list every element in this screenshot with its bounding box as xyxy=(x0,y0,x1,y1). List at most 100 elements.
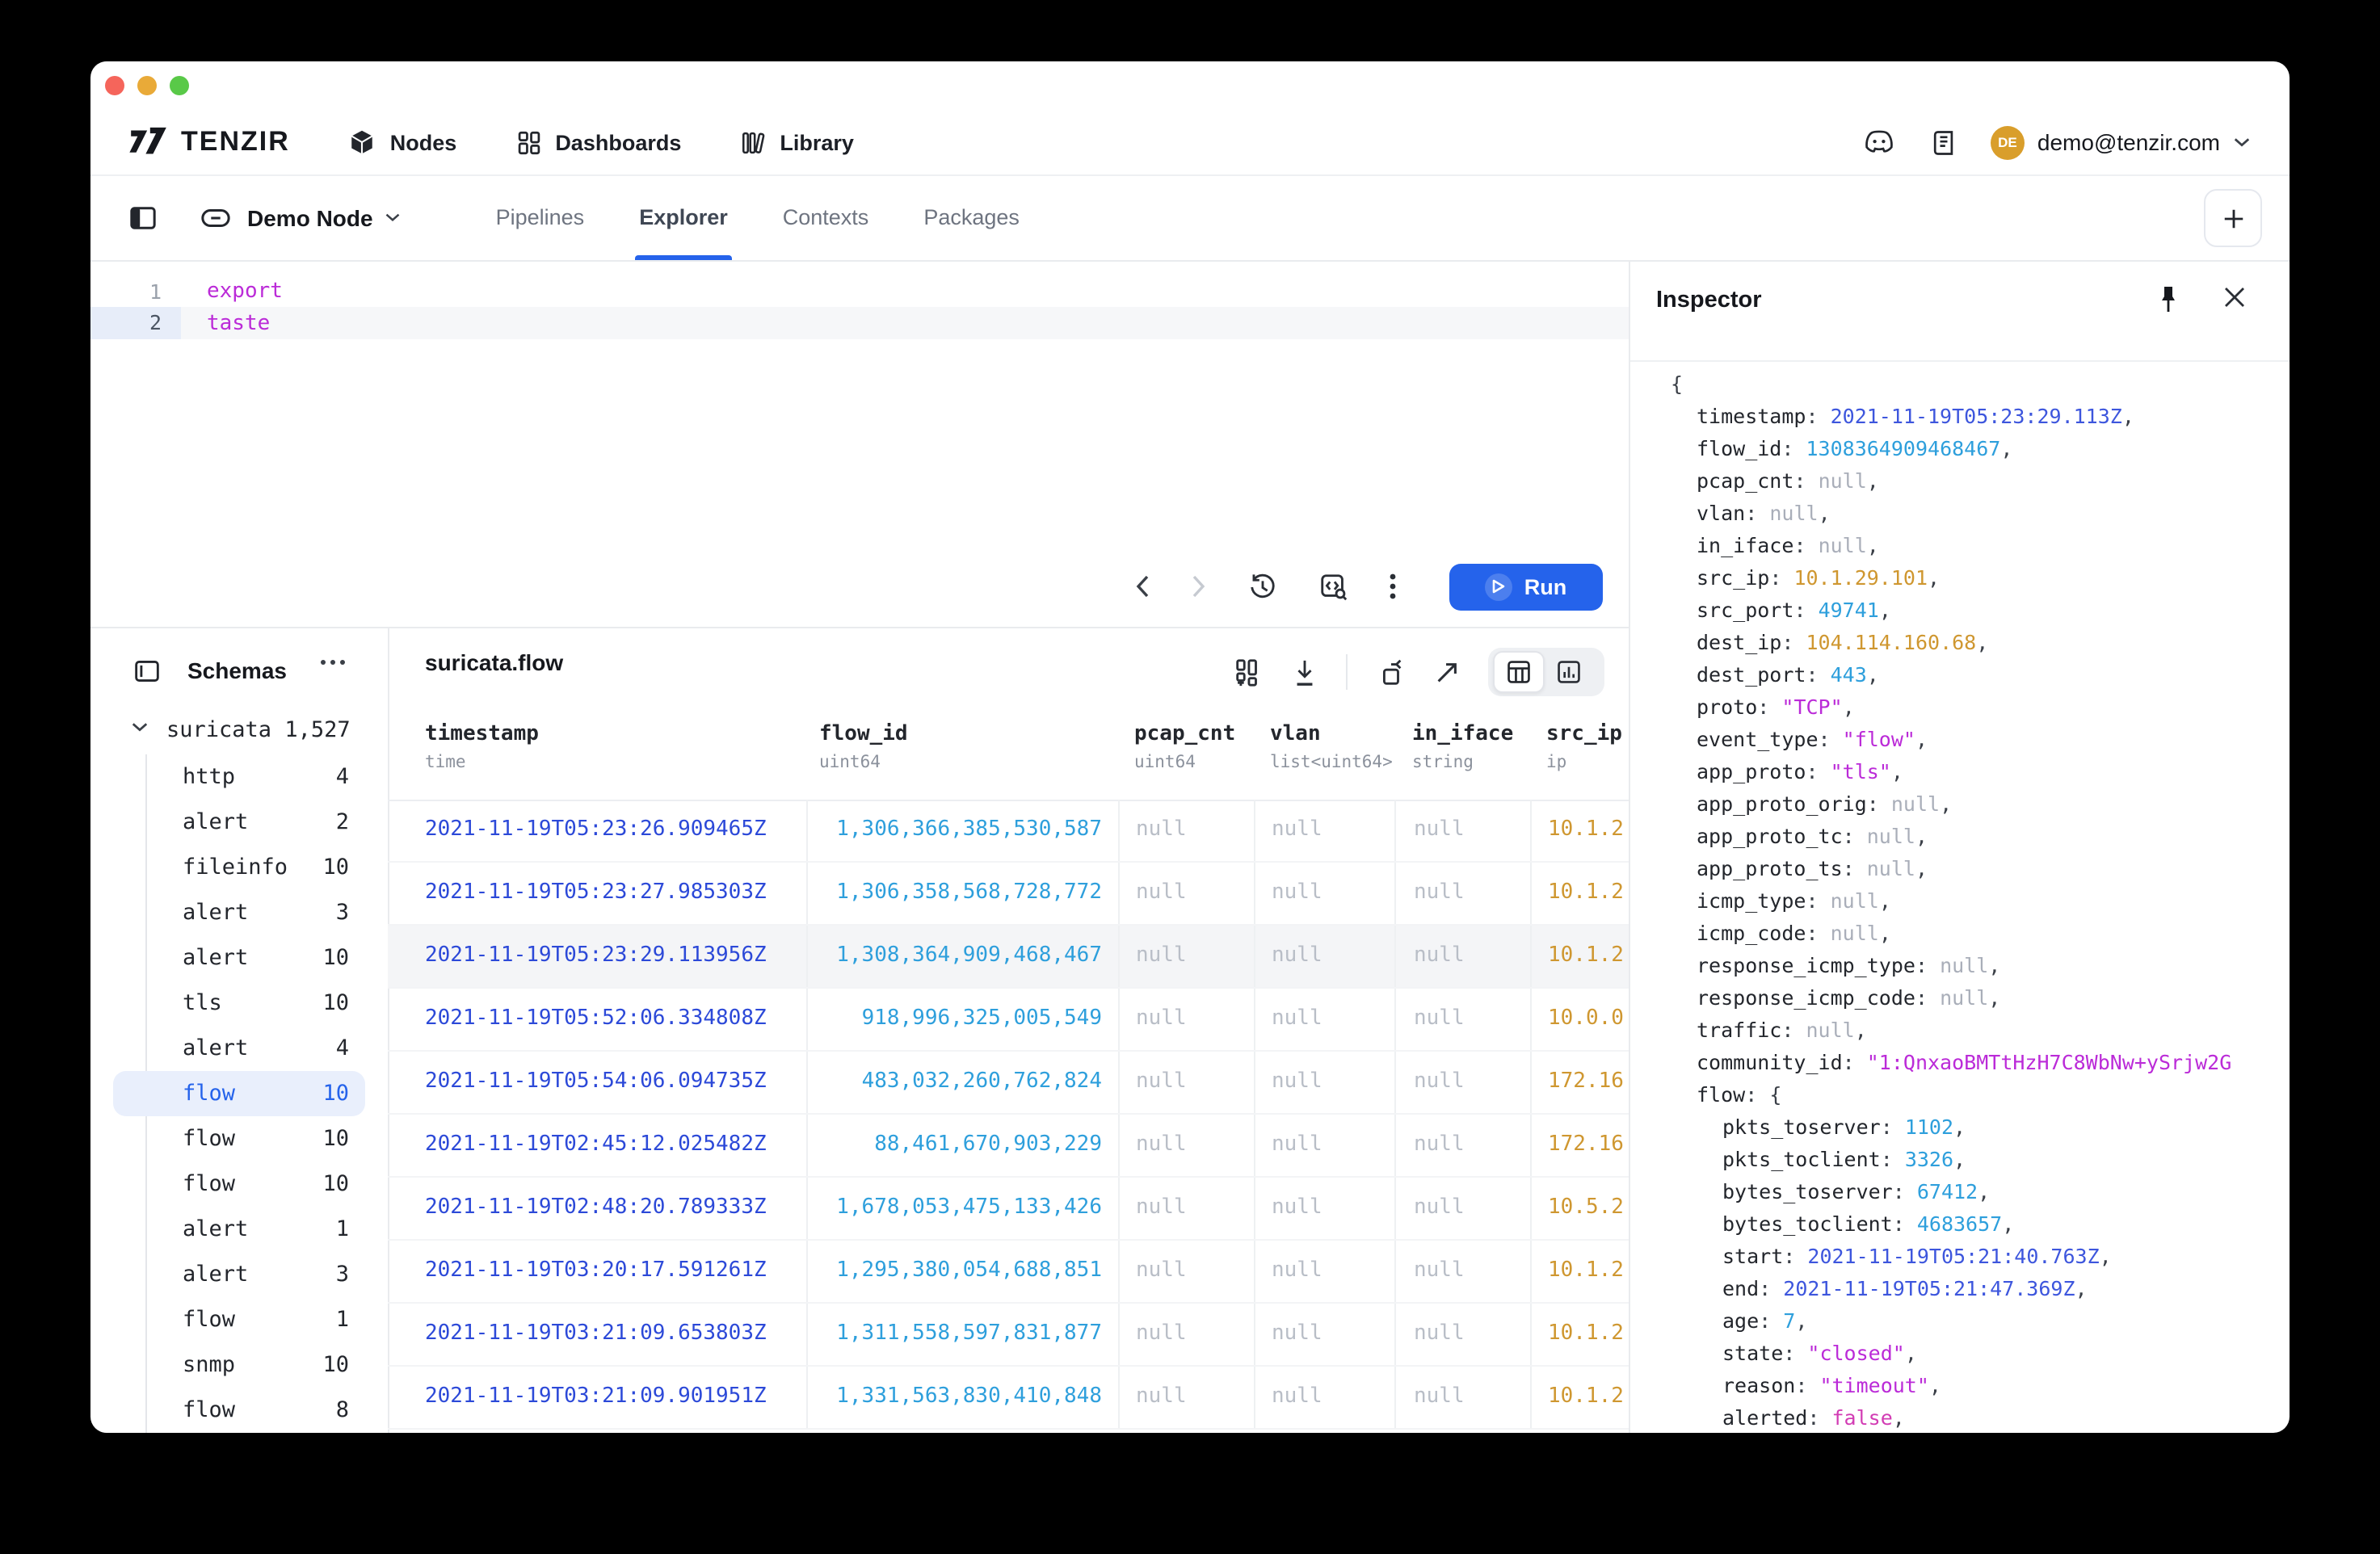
json-key: vlan xyxy=(1697,501,1745,525)
history-forward-icon[interactable] xyxy=(1191,573,1207,599)
table-row[interactable]: 2021-11-19T05:52:06.334808Z918,996,325,0… xyxy=(388,989,1629,1052)
code-search-icon[interactable] xyxy=(1318,571,1349,602)
table-cell: 10.1.2 xyxy=(1530,1241,1629,1302)
schema-item[interactable]: flow 10 xyxy=(113,1071,365,1116)
table-row[interactable]: 2021-11-19T05:23:27.985303Z1,306,358,568… xyxy=(388,863,1629,926)
tab-packages[interactable]: Packages xyxy=(896,174,1047,260)
tree-chevron-down-icon xyxy=(131,720,149,733)
panel-left-icon[interactable] xyxy=(134,659,160,683)
add-to-dashboard-icon[interactable] xyxy=(1233,657,1264,687)
json-punct: : xyxy=(1769,565,1793,590)
play-icon xyxy=(1486,573,1513,600)
close-window-button[interactable] xyxy=(105,76,124,95)
column-header[interactable]: pcap_cntuint64 xyxy=(1118,720,1254,800)
schema-item[interactable]: flow 1 xyxy=(113,1297,365,1342)
chart-view-button[interactable] xyxy=(1545,653,1593,691)
table-row[interactable]: 2021-11-19T05:54:06.094735Z483,032,260,7… xyxy=(388,1052,1629,1115)
download-icon[interactable] xyxy=(1291,657,1318,687)
schema-item[interactable]: http 4 xyxy=(113,754,365,800)
column-header[interactable]: in_ifacestring xyxy=(1394,720,1530,800)
json-line: pkts_toclient: 3326, xyxy=(1671,1144,2290,1176)
json-punct: , xyxy=(1940,792,1952,816)
json-value: 10.1.29.101 xyxy=(1793,565,1928,590)
column-header[interactable]: src_ipip xyxy=(1530,720,1629,800)
collapse-sidebar-icon[interactable] xyxy=(129,204,157,230)
nav-item-dashboards[interactable]: Dashboards xyxy=(515,128,681,156)
schema-item-count: 3 xyxy=(336,1262,349,1287)
column-header[interactable]: vlanlist<uint64> xyxy=(1254,720,1394,800)
copy-pipeline-icon[interactable] xyxy=(1375,657,1406,687)
schema-item[interactable]: fileinfo 10 xyxy=(113,845,365,890)
table-row[interactable]: 2021-11-19T02:45:12.025482Z88,461,670,90… xyxy=(388,1115,1629,1178)
zoom-window-button[interactable] xyxy=(170,76,189,95)
schema-item-count: 3 xyxy=(336,900,349,926)
schema-item[interactable]: flow 10 xyxy=(113,1161,365,1207)
nav-item-library[interactable]: Library xyxy=(739,128,854,156)
table-view-button[interactable] xyxy=(1493,651,1545,693)
nav-item-nodes[interactable]: Nodes xyxy=(348,128,457,157)
minimize-window-button[interactable] xyxy=(137,76,157,95)
schema-item[interactable]: alert 4 xyxy=(113,1026,365,1071)
json-punct: , xyxy=(1915,824,1928,848)
tab-contexts[interactable]: Contexts xyxy=(755,174,897,260)
table-row[interactable]: 2021-11-19T03:21:09.653803Z1,311,558,597… xyxy=(388,1304,1629,1367)
schema-item[interactable]: flow 8 xyxy=(113,1388,365,1433)
expand-icon[interactable] xyxy=(1433,658,1461,686)
json-punct: : xyxy=(1783,1341,1807,1365)
pin-icon[interactable] xyxy=(2157,284,2180,317)
schema-item-name: flow xyxy=(183,1126,322,1152)
json-value: null xyxy=(1867,824,1915,848)
tenzir-logo[interactable]: TENZIR xyxy=(129,126,290,158)
table-row[interactable]: 2021-11-19T03:20:17.591261Z1,295,380,054… xyxy=(388,1241,1629,1304)
tab-pipelines[interactable]: Pipelines xyxy=(469,174,612,260)
json-key: alerted xyxy=(1722,1405,1807,1430)
tab-explorer[interactable]: Explorer xyxy=(612,174,755,260)
schema-item-name: flow xyxy=(183,1397,336,1423)
user-menu[interactable]: DE demo@tenzir.com xyxy=(1991,125,2251,159)
table-cell: 1,678,053,475,133,426 xyxy=(806,1178,1118,1239)
column-header[interactable]: timestamptime xyxy=(388,720,806,800)
table-cell: null xyxy=(1118,1241,1254,1302)
json-line: flow: { xyxy=(1671,1079,2290,1111)
schema-item[interactable]: tls 10 xyxy=(113,981,365,1026)
pipeline-editor[interactable]: 1 export 2 taste xyxy=(90,262,1629,627)
json-punct: : xyxy=(1793,598,1818,622)
schema-item[interactable]: alert 3 xyxy=(113,890,365,935)
json-punct: : xyxy=(1781,630,1806,654)
table-row[interactable]: 2021-11-19T02:48:20.789333Z1,678,053,475… xyxy=(388,1178,1629,1241)
column-header[interactable]: flow_iduint64 xyxy=(806,720,1118,800)
table-cell: null xyxy=(1254,1115,1394,1176)
run-button[interactable]: Run xyxy=(1449,563,1603,610)
schemas-menu-ellipsis-icon[interactable] xyxy=(320,659,346,666)
schema-item[interactable]: flow 10 xyxy=(113,1116,365,1161)
table-row[interactable]: 2021-11-19T05:23:29.113956Z1,308,364,909… xyxy=(388,926,1629,989)
add-tab-button[interactable] xyxy=(2204,189,2262,247)
table-cell: 2021-11-19T05:23:29.113956Z xyxy=(388,926,806,987)
node-name[interactable]: Demo Node xyxy=(247,204,373,230)
docs-icon[interactable] xyxy=(1929,127,1958,158)
more-options-kebab-icon[interactable] xyxy=(1390,573,1396,599)
schema-item[interactable]: alert 10 xyxy=(113,935,365,981)
json-punct: , xyxy=(2000,436,2012,460)
discord-icon[interactable] xyxy=(1861,128,1897,157)
link-icon[interactable] xyxy=(200,206,231,229)
schema-item[interactable]: alert 1 xyxy=(113,1207,365,1252)
schema-item-name: alert xyxy=(183,945,322,971)
json-value: 7 xyxy=(1783,1308,1795,1333)
close-icon[interactable] xyxy=(2222,284,2248,310)
schema-item[interactable]: alert 2 xyxy=(113,800,365,845)
column-type: time xyxy=(425,746,806,772)
schema-item[interactable]: snmp 10 xyxy=(113,1342,365,1388)
json-value: 2021-11-19T05:23:29.113Z xyxy=(1831,404,2122,428)
table-row[interactable]: 2021-11-19T05:23:26.909465Z1,306,366,385… xyxy=(388,800,1629,863)
schema-tree-root[interactable]: suricata 1,527 xyxy=(90,712,388,751)
json-value: null xyxy=(1867,856,1915,880)
table-cell: null xyxy=(1254,1367,1394,1428)
column-name: src_ip xyxy=(1546,720,1629,746)
history-back-icon[interactable] xyxy=(1134,573,1150,599)
run-history-icon[interactable] xyxy=(1247,571,1278,602)
node-chevron-down-icon[interactable] xyxy=(385,212,401,223)
table-row[interactable]: 2021-11-19T03:21:09.901951Z1,331,563,830… xyxy=(388,1367,1629,1430)
schema-item-count: 4 xyxy=(336,764,349,790)
schema-item[interactable]: alert 3 xyxy=(113,1252,365,1297)
